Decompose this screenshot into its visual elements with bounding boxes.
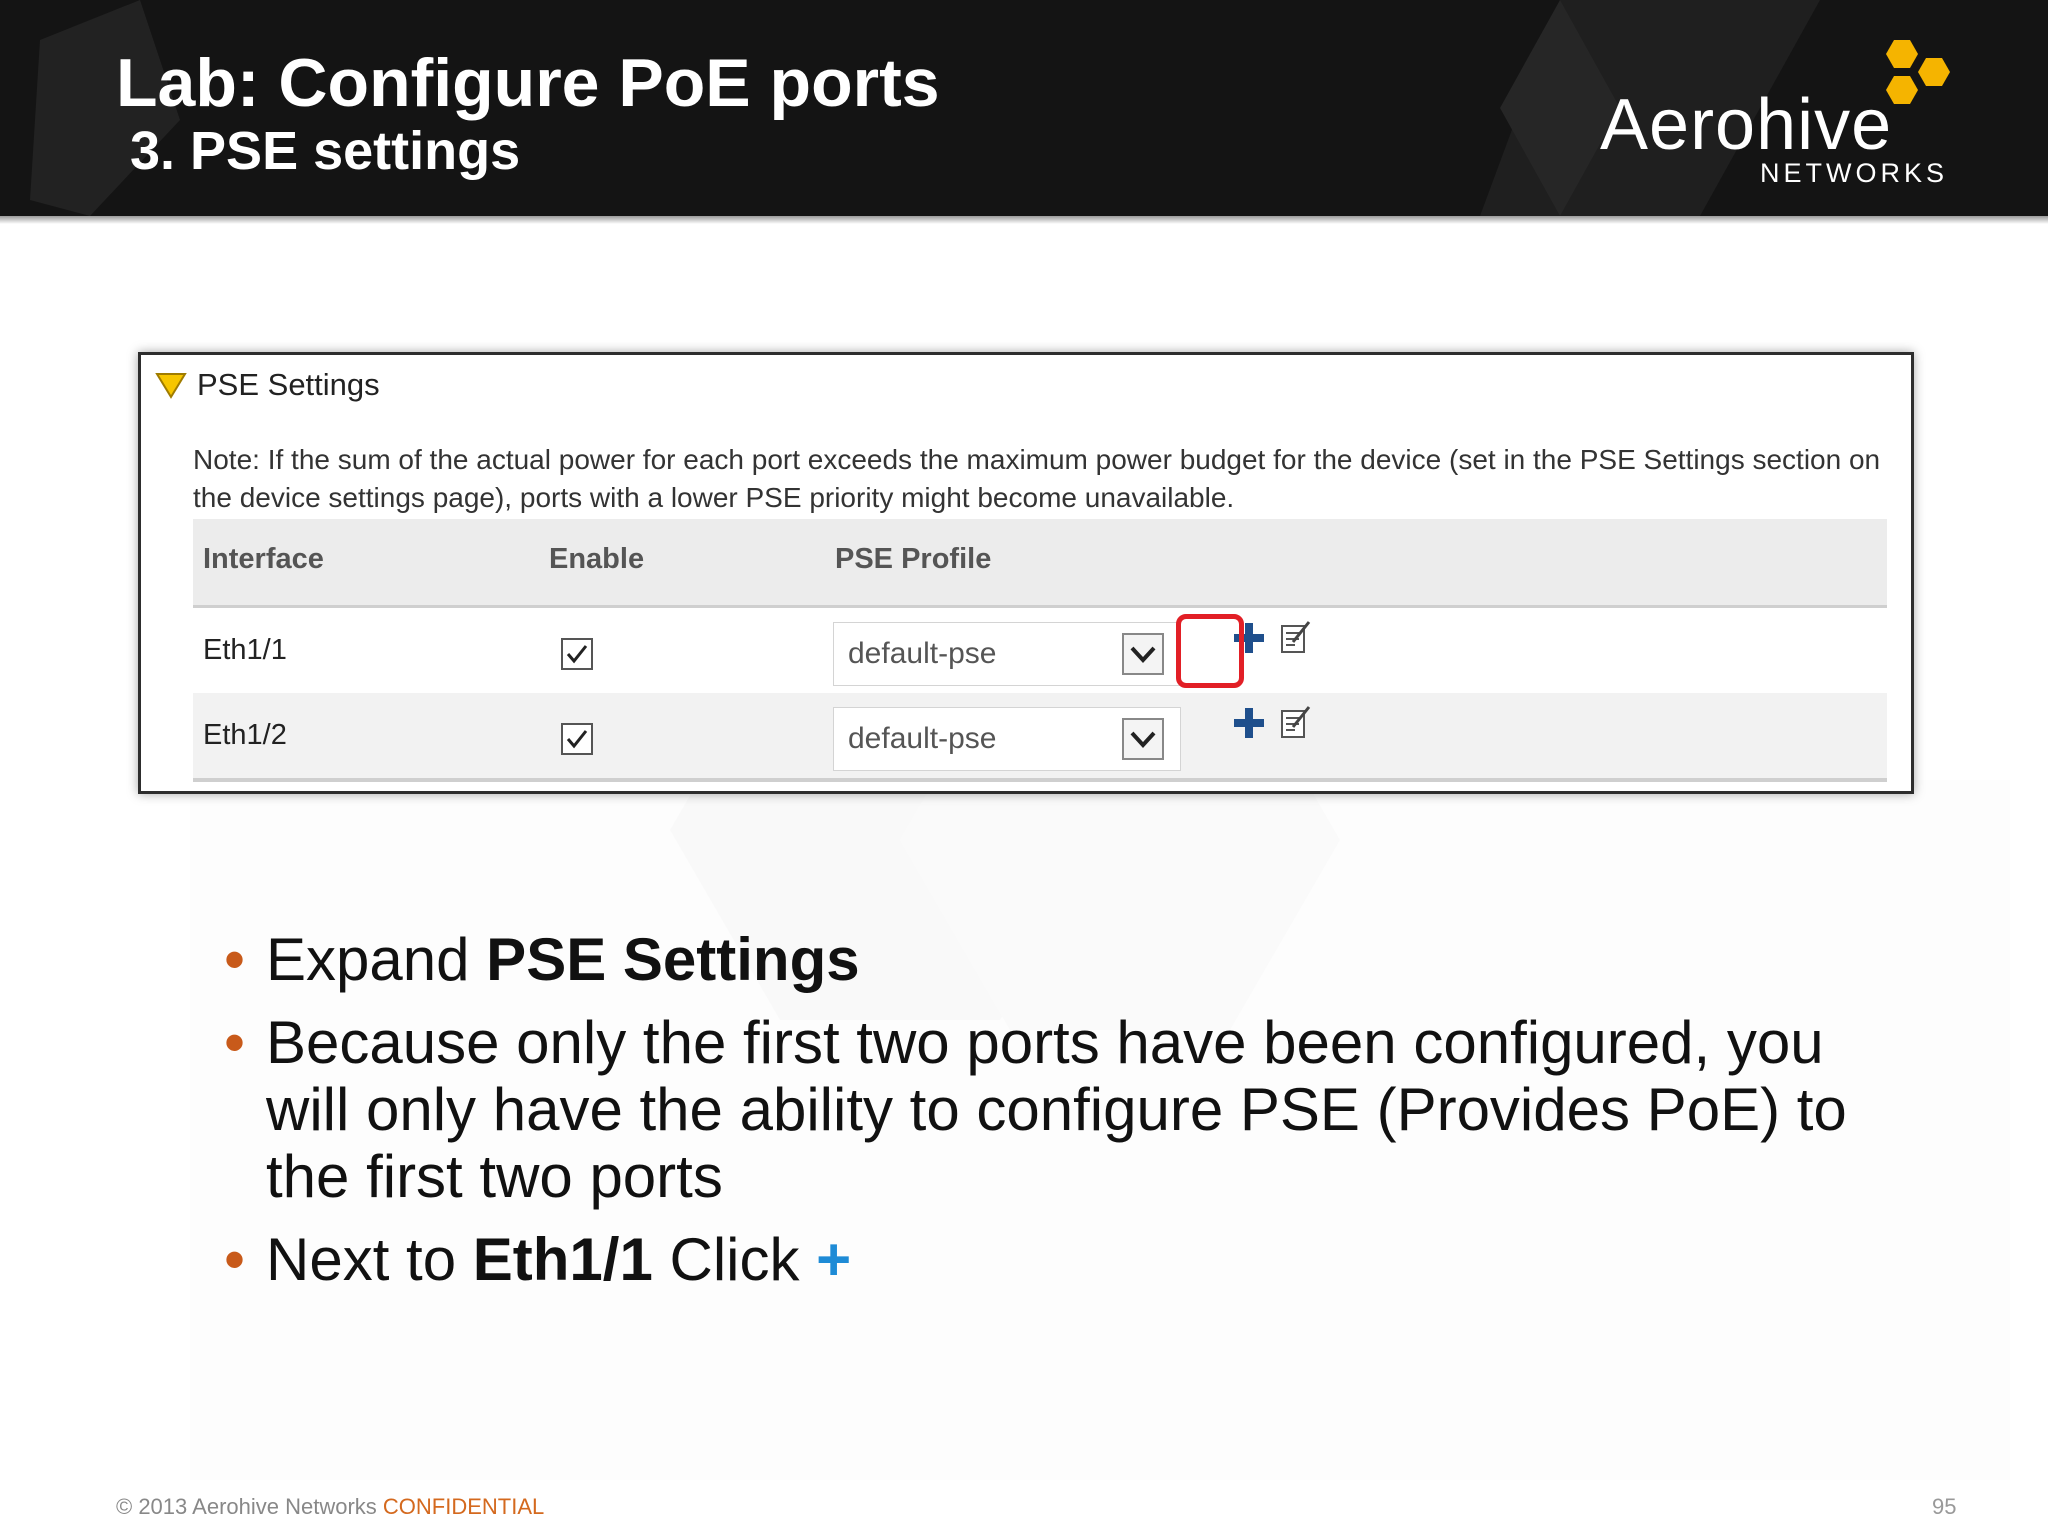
- collapse-triangle-icon[interactable]: [155, 371, 187, 399]
- bullet-text: Click: [652, 1226, 817, 1293]
- logo-tagline: NETWORKS: [1760, 158, 1949, 188]
- logo-wordmark: Aerohive: [1600, 85, 1893, 165]
- aerohive-logo: Aerohive NETWORKS: [1590, 38, 2010, 188]
- table-row: Eth1/2 default-pse: [193, 693, 1887, 782]
- pse-profile-select[interactable]: default-pse: [833, 622, 1181, 686]
- copyright-text: © 2013 Aerohive Networks: [116, 1494, 383, 1519]
- column-interface: Interface: [203, 543, 324, 575]
- pse-profile-value: default-pse: [848, 637, 997, 670]
- chevron-down-icon[interactable]: [1122, 633, 1164, 675]
- confidential-label: CONFIDENTIAL: [382, 1494, 545, 1519]
- pse-table: Interface Enable PSE Profile Eth1/1 defa…: [193, 519, 1887, 782]
- bullet-bold: PSE Settings: [486, 926, 860, 993]
- pse-note: Note: If the sum of the actual power for…: [193, 444, 1881, 513]
- bullet-text: Because only the first two ports have be…: [266, 1009, 1847, 1210]
- highlight-box: [1176, 614, 1244, 688]
- page-number: 95: [1932, 1494, 1957, 1519]
- table-row: Eth1/1 default-pse: [193, 608, 1887, 693]
- bullet-text: Next to: [266, 1226, 473, 1293]
- bullet-item: • Next to Eth1/1 Click +: [224, 1226, 1864, 1293]
- bullet-item: • Expand PSE Settings: [224, 926, 1864, 993]
- bullet-list: • Expand PSE Settings • Because only the f…: [224, 926, 1864, 1309]
- slide-header: Lab: Configure PoE ports 3. PSE settings…: [0, 0, 2048, 216]
- bullet-dot: •: [224, 926, 246, 993]
- bullet-dot: •: [224, 1009, 246, 1076]
- edit-profile-icon[interactable]: [1279, 618, 1313, 656]
- bullet-text: Expand: [266, 926, 487, 993]
- panel-title: PSE Settings: [197, 367, 380, 402]
- footer-copyright: © 2013 Aerohive Networks CONFIDENTIAL: [116, 1494, 544, 1520]
- bullet-dot: •: [224, 1226, 246, 1293]
- pse-settings-panel: PSE Settings Note: If the sum of the act…: [138, 352, 1914, 794]
- slide-title: Lab: Configure PoE ports: [116, 45, 940, 121]
- interface-eth1-1: Eth1/1: [203, 634, 287, 666]
- slide-subtitle: 3. PSE settings: [130, 121, 521, 181]
- plus-symbol: +: [816, 1226, 852, 1293]
- add-profile-icon[interactable]: [1231, 705, 1267, 741]
- header-shadow: [0, 216, 2048, 224]
- pse-settings-header[interactable]: PSE Settings: [155, 365, 380, 405]
- edit-profile-icon[interactable]: [1279, 703, 1313, 741]
- chevron-down-icon[interactable]: [1122, 718, 1164, 760]
- enable-checkbox[interactable]: [561, 723, 593, 755]
- pse-profile-select[interactable]: default-pse: [833, 707, 1181, 771]
- table-header: Interface Enable PSE Profile: [193, 519, 1887, 608]
- enable-checkbox[interactable]: [561, 638, 593, 670]
- bullet-item: • Because only the first two ports have b…: [224, 1009, 1864, 1210]
- pse-profile-value: default-pse: [848, 722, 997, 755]
- column-pse-profile: PSE Profile: [835, 543, 992, 575]
- column-enable: Enable: [549, 543, 645, 575]
- bullet-bold: Eth1/1: [472, 1226, 653, 1293]
- interface-eth1-2: Eth1/2: [203, 719, 287, 751]
